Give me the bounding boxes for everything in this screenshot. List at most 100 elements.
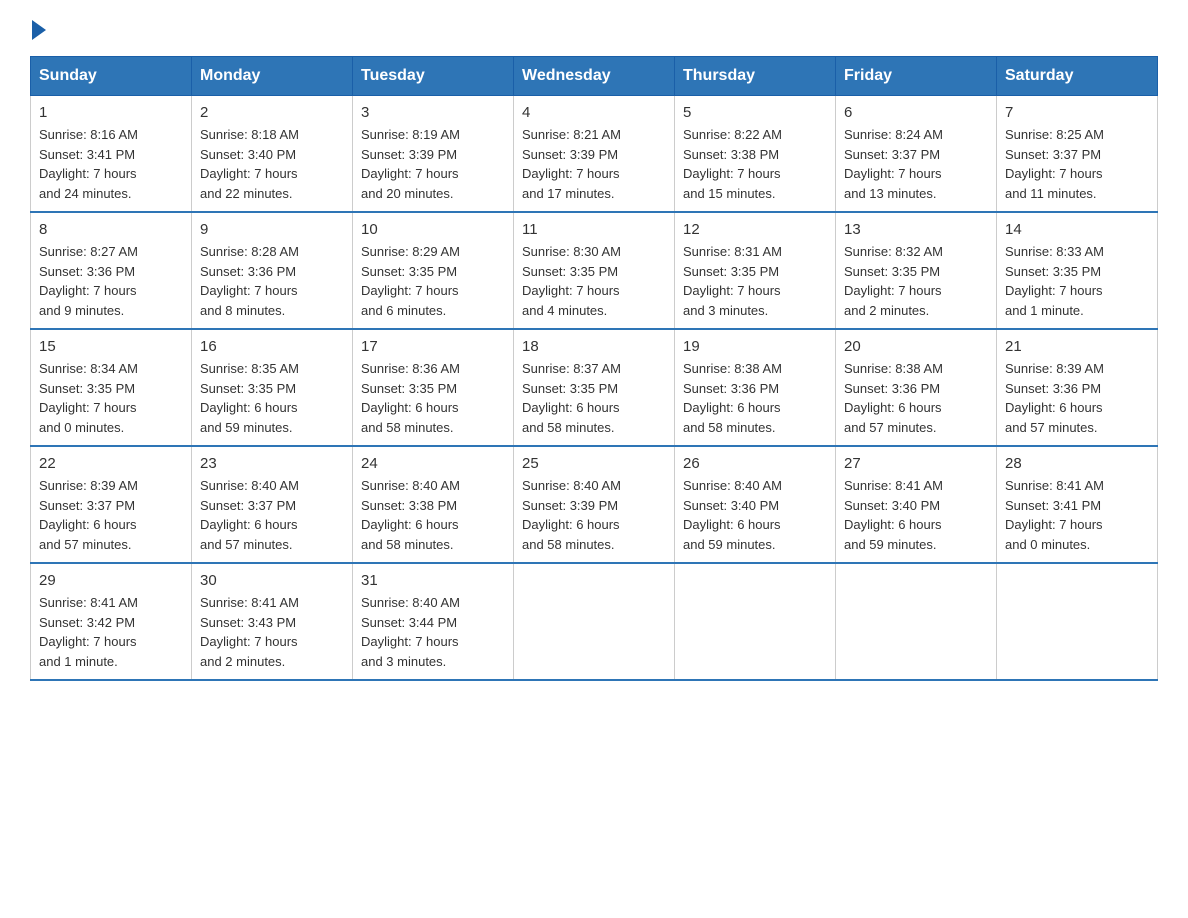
calendar-cell: 28 Sunrise: 8:41 AM Sunset: 3:41 PM Dayl…: [997, 446, 1158, 563]
day-info: Sunrise: 8:21 AM Sunset: 3:39 PM Dayligh…: [522, 125, 666, 203]
week-row-2: 8 Sunrise: 8:27 AM Sunset: 3:36 PM Dayli…: [31, 212, 1158, 329]
day-number: 11: [522, 221, 666, 238]
calendar-cell: [675, 563, 836, 680]
day-number: 19: [683, 338, 827, 355]
calendar-cell: 26 Sunrise: 8:40 AM Sunset: 3:40 PM Dayl…: [675, 446, 836, 563]
day-number: 24: [361, 455, 505, 472]
day-number: 2: [200, 104, 344, 121]
day-number: 13: [844, 221, 988, 238]
calendar-cell: 17 Sunrise: 8:36 AM Sunset: 3:35 PM Dayl…: [353, 329, 514, 446]
calendar-cell: 13 Sunrise: 8:32 AM Sunset: 3:35 PM Dayl…: [836, 212, 997, 329]
day-number: 8: [39, 221, 183, 238]
day-number: 15: [39, 338, 183, 355]
weekday-monday: Monday: [192, 57, 353, 96]
calendar-cell: 24 Sunrise: 8:40 AM Sunset: 3:38 PM Dayl…: [353, 446, 514, 563]
calendar-cell: 10 Sunrise: 8:29 AM Sunset: 3:35 PM Dayl…: [353, 212, 514, 329]
day-number: 16: [200, 338, 344, 355]
day-number: 5: [683, 104, 827, 121]
day-number: 21: [1005, 338, 1149, 355]
calendar-cell: 23 Sunrise: 8:40 AM Sunset: 3:37 PM Dayl…: [192, 446, 353, 563]
day-number: 18: [522, 338, 666, 355]
day-info: Sunrise: 8:25 AM Sunset: 3:37 PM Dayligh…: [1005, 125, 1149, 203]
calendar-cell: 20 Sunrise: 8:38 AM Sunset: 3:36 PM Dayl…: [836, 329, 997, 446]
day-info: Sunrise: 8:30 AM Sunset: 3:35 PM Dayligh…: [522, 242, 666, 320]
calendar-cell: 19 Sunrise: 8:38 AM Sunset: 3:36 PM Dayl…: [675, 329, 836, 446]
day-info: Sunrise: 8:39 AM Sunset: 3:36 PM Dayligh…: [1005, 359, 1149, 437]
calendar-cell: 12 Sunrise: 8:31 AM Sunset: 3:35 PM Dayl…: [675, 212, 836, 329]
day-info: Sunrise: 8:38 AM Sunset: 3:36 PM Dayligh…: [844, 359, 988, 437]
day-info: Sunrise: 8:41 AM Sunset: 3:43 PM Dayligh…: [200, 593, 344, 671]
day-number: 31: [361, 572, 505, 589]
logo: [30, 20, 48, 36]
day-info: Sunrise: 8:27 AM Sunset: 3:36 PM Dayligh…: [39, 242, 183, 320]
day-info: Sunrise: 8:32 AM Sunset: 3:35 PM Dayligh…: [844, 242, 988, 320]
day-number: 1: [39, 104, 183, 121]
calendar-cell: 11 Sunrise: 8:30 AM Sunset: 3:35 PM Dayl…: [514, 212, 675, 329]
day-number: 25: [522, 455, 666, 472]
day-info: Sunrise: 8:35 AM Sunset: 3:35 PM Dayligh…: [200, 359, 344, 437]
day-info: Sunrise: 8:19 AM Sunset: 3:39 PM Dayligh…: [361, 125, 505, 203]
day-number: 10: [361, 221, 505, 238]
day-number: 3: [361, 104, 505, 121]
day-info: Sunrise: 8:33 AM Sunset: 3:35 PM Dayligh…: [1005, 242, 1149, 320]
calendar-cell: 15 Sunrise: 8:34 AM Sunset: 3:35 PM Dayl…: [31, 329, 192, 446]
calendar-cell: 29 Sunrise: 8:41 AM Sunset: 3:42 PM Dayl…: [31, 563, 192, 680]
calendar-body: 1 Sunrise: 8:16 AM Sunset: 3:41 PM Dayli…: [31, 96, 1158, 681]
calendar-cell: 30 Sunrise: 8:41 AM Sunset: 3:43 PM Dayl…: [192, 563, 353, 680]
day-number: 27: [844, 455, 988, 472]
day-number: 6: [844, 104, 988, 121]
day-info: Sunrise: 8:40 AM Sunset: 3:39 PM Dayligh…: [522, 476, 666, 554]
day-info: Sunrise: 8:41 AM Sunset: 3:40 PM Dayligh…: [844, 476, 988, 554]
calendar-cell: 25 Sunrise: 8:40 AM Sunset: 3:39 PM Dayl…: [514, 446, 675, 563]
calendar-cell: 9 Sunrise: 8:28 AM Sunset: 3:36 PM Dayli…: [192, 212, 353, 329]
calendar-cell: [997, 563, 1158, 680]
calendar-table: SundayMondayTuesdayWednesdayThursdayFrid…: [30, 56, 1158, 681]
calendar-cell: [836, 563, 997, 680]
calendar-cell: 7 Sunrise: 8:25 AM Sunset: 3:37 PM Dayli…: [997, 96, 1158, 213]
weekday-wednesday: Wednesday: [514, 57, 675, 96]
day-info: Sunrise: 8:41 AM Sunset: 3:41 PM Dayligh…: [1005, 476, 1149, 554]
calendar-cell: 31 Sunrise: 8:40 AM Sunset: 3:44 PM Dayl…: [353, 563, 514, 680]
week-row-5: 29 Sunrise: 8:41 AM Sunset: 3:42 PM Dayl…: [31, 563, 1158, 680]
calendar-cell: 6 Sunrise: 8:24 AM Sunset: 3:37 PM Dayli…: [836, 96, 997, 213]
day-number: 26: [683, 455, 827, 472]
day-number: 17: [361, 338, 505, 355]
calendar-cell: 27 Sunrise: 8:41 AM Sunset: 3:40 PM Dayl…: [836, 446, 997, 563]
day-info: Sunrise: 8:16 AM Sunset: 3:41 PM Dayligh…: [39, 125, 183, 203]
calendar-cell: 2 Sunrise: 8:18 AM Sunset: 3:40 PM Dayli…: [192, 96, 353, 213]
calendar-cell: 16 Sunrise: 8:35 AM Sunset: 3:35 PM Dayl…: [192, 329, 353, 446]
calendar-cell: 21 Sunrise: 8:39 AM Sunset: 3:36 PM Dayl…: [997, 329, 1158, 446]
day-number: 7: [1005, 104, 1149, 121]
day-number: 9: [200, 221, 344, 238]
day-number: 30: [200, 572, 344, 589]
calendar-cell: 22 Sunrise: 8:39 AM Sunset: 3:37 PM Dayl…: [31, 446, 192, 563]
day-number: 28: [1005, 455, 1149, 472]
week-row-1: 1 Sunrise: 8:16 AM Sunset: 3:41 PM Dayli…: [31, 96, 1158, 213]
day-number: 14: [1005, 221, 1149, 238]
calendar-cell: 14 Sunrise: 8:33 AM Sunset: 3:35 PM Dayl…: [997, 212, 1158, 329]
weekday-friday: Friday: [836, 57, 997, 96]
weekday-tuesday: Tuesday: [353, 57, 514, 96]
day-number: 20: [844, 338, 988, 355]
week-row-4: 22 Sunrise: 8:39 AM Sunset: 3:37 PM Dayl…: [31, 446, 1158, 563]
calendar-cell: 1 Sunrise: 8:16 AM Sunset: 3:41 PM Dayli…: [31, 96, 192, 213]
weekday-header-row: SundayMondayTuesdayWednesdayThursdayFrid…: [31, 57, 1158, 96]
weekday-thursday: Thursday: [675, 57, 836, 96]
calendar-cell: 8 Sunrise: 8:27 AM Sunset: 3:36 PM Dayli…: [31, 212, 192, 329]
day-info: Sunrise: 8:39 AM Sunset: 3:37 PM Dayligh…: [39, 476, 183, 554]
day-number: 4: [522, 104, 666, 121]
calendar-cell: 4 Sunrise: 8:21 AM Sunset: 3:39 PM Dayli…: [514, 96, 675, 213]
weekday-saturday: Saturday: [997, 57, 1158, 96]
day-info: Sunrise: 8:40 AM Sunset: 3:38 PM Dayligh…: [361, 476, 505, 554]
day-info: Sunrise: 8:40 AM Sunset: 3:44 PM Dayligh…: [361, 593, 505, 671]
day-info: Sunrise: 8:40 AM Sunset: 3:37 PM Dayligh…: [200, 476, 344, 554]
day-info: Sunrise: 8:22 AM Sunset: 3:38 PM Dayligh…: [683, 125, 827, 203]
logo-arrow-icon: [32, 20, 46, 40]
calendar-cell: [514, 563, 675, 680]
day-info: Sunrise: 8:18 AM Sunset: 3:40 PM Dayligh…: [200, 125, 344, 203]
day-info: Sunrise: 8:38 AM Sunset: 3:36 PM Dayligh…: [683, 359, 827, 437]
weekday-sunday: Sunday: [31, 57, 192, 96]
day-info: Sunrise: 8:31 AM Sunset: 3:35 PM Dayligh…: [683, 242, 827, 320]
calendar-header: SundayMondayTuesdayWednesdayThursdayFrid…: [31, 57, 1158, 96]
calendar-cell: 3 Sunrise: 8:19 AM Sunset: 3:39 PM Dayli…: [353, 96, 514, 213]
